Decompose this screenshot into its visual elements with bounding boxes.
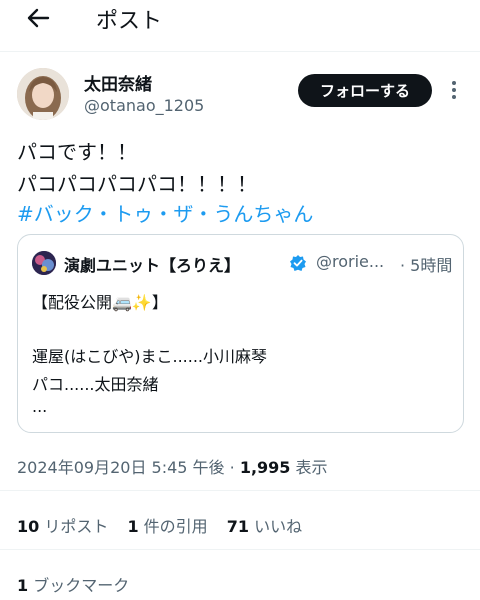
- divider: [0, 549, 480, 550]
- quotes-count: 1: [127, 517, 139, 536]
- timestamp-text[interactable]: 2024年09月20日 5:45 午後 ·: [17, 458, 240, 477]
- views-label: 表示: [290, 458, 328, 477]
- likes-stat[interactable]: 71 いいね: [227, 517, 302, 536]
- verified-badge-icon: [290, 255, 306, 271]
- reposts-stat[interactable]: 10 リポスト: [17, 517, 108, 536]
- divider: [0, 51, 480, 52]
- arrow-left-icon: [27, 8, 50, 28]
- page-title: ポスト: [96, 9, 163, 34]
- quotes-label: 件の引用: [138, 517, 208, 536]
- author-handle[interactable]: @otanao_1205: [84, 96, 204, 115]
- hashtag-link[interactable]: #バック・トゥ・ザ・うんちゃん: [17, 198, 313, 227]
- divider: [0, 490, 480, 491]
- engagement-stats: 10 リポスト 1 件の引用 71 いいね: [17, 513, 316, 537]
- post-timestamp: 2024年09月20日 5:45 午後 · 1,995 表示: [17, 454, 328, 478]
- more-dots-icon: [452, 81, 456, 85]
- quotes-stat[interactable]: 1 件の引用: [127, 517, 207, 536]
- follow-button[interactable]: フォローする: [298, 74, 432, 107]
- quote-time: · 5時間: [400, 256, 453, 275]
- reposts-label: リポスト: [39, 517, 109, 536]
- quote-text-line: 【配役公開🚐✨】: [32, 293, 168, 312]
- quote-avatar-icon: [32, 251, 56, 275]
- likes-label: いいね: [249, 517, 303, 536]
- quote-text-line: パコ......太田奈緒: [32, 375, 159, 394]
- quoted-post[interactable]: 演劇ユニット【ろりえ】 @rorie... · 5時間 【配役公開🚐✨】 運屋(…: [17, 234, 464, 433]
- quote-author-handle: @rorie...: [316, 252, 385, 271]
- likes-count: 71: [226, 517, 250, 536]
- profile-photo-icon: [17, 68, 69, 120]
- quote-author-name: 演劇ユニット【ろりえ】: [64, 256, 241, 275]
- post-text-line: パコです！！: [17, 140, 137, 164]
- bookmarks-stat[interactable]: 1 ブックマーク: [17, 572, 129, 596]
- top-bar: ポスト: [0, 0, 480, 42]
- bookmarks-count: 1: [17, 576, 29, 595]
- quote-text-line: 運屋(はこびや)まこ......小川麻琴: [32, 347, 268, 366]
- quote-text-line: ...: [32, 397, 48, 416]
- post-text-line: パコパコパコパコ！！！！: [17, 172, 257, 196]
- reposts-count: 10: [17, 517, 40, 536]
- more-options-button[interactable]: [444, 78, 464, 102]
- author-name[interactable]: 太田奈緒: [84, 70, 152, 95]
- back-button[interactable]: [22, 4, 54, 32]
- bookmarks-label: ブックマーク: [28, 576, 130, 595]
- avatar: [32, 251, 56, 275]
- more-dots-icon: [452, 88, 456, 92]
- more-dots-icon: [452, 95, 456, 99]
- avatar[interactable]: [17, 68, 69, 120]
- views-count: 1,995: [239, 458, 291, 477]
